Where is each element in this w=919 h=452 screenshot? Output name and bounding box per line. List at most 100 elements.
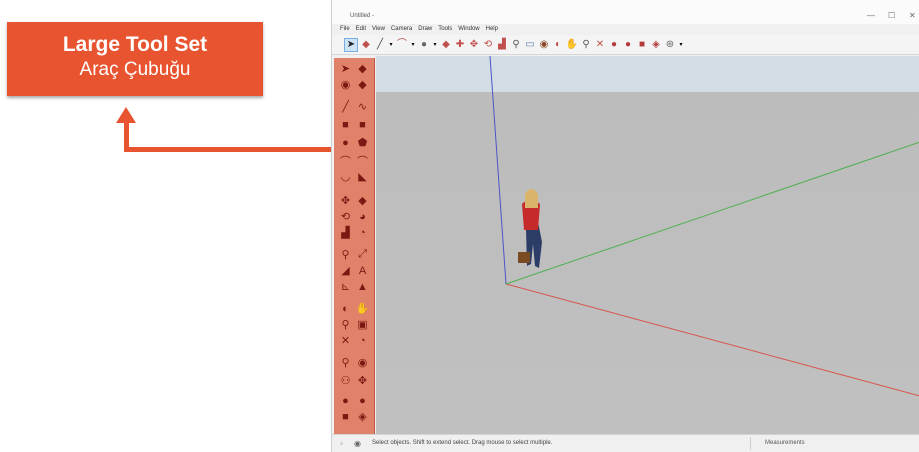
follow-me-icon[interactable]: ◕ [356, 210, 369, 223]
previous-icon[interactable]: ◔ [356, 334, 369, 347]
section-plane-icon[interactable]: ✥ [356, 374, 369, 387]
menu-file[interactable]: File [340, 24, 350, 35]
dropdown-icon[interactable]: ▾ [432, 39, 438, 51]
model-info-icon[interactable]: ■ [339, 410, 352, 423]
menu-bar: File Edit View Camera Draw Tools Window … [332, 24, 919, 35]
callout-subtitle: Araç Çubuğu [79, 59, 191, 80]
push-pull-icon[interactable]: ◆ [440, 39, 452, 51]
minimize-button[interactable]: — [867, 11, 875, 20]
menu-view[interactable]: View [372, 24, 385, 35]
status-bar: ◦ ◉ Select objects. Shift to extend sele… [332, 434, 919, 452]
orbit-icon[interactable]: ◐ [552, 39, 564, 51]
circle-icon[interactable]: ● [339, 136, 352, 149]
info-icon[interactable]: ◦ [340, 439, 343, 448]
layout-icon[interactable]: ◈ [650, 39, 662, 51]
warehouse-icon[interactable]: ● [608, 39, 620, 51]
zoom-extents-icon[interactable]: ✕ [594, 39, 606, 51]
dropdown-icon[interactable]: ▾ [678, 39, 684, 51]
arc-icon[interactable]: ⌒ [396, 39, 408, 51]
arc-icon[interactable]: ⌒ [356, 154, 369, 168]
eraser-icon[interactable]: ◆ [360, 39, 372, 51]
layout-icon[interactable]: ◈ [356, 410, 369, 423]
status-text: Select objects. Shift to extend select. … [372, 440, 553, 446]
orbit-icon[interactable]: ◐ [339, 302, 352, 315]
z-axis [489, 56, 507, 285]
maximize-button[interactable]: ☐ [888, 11, 895, 20]
rotated-rectangle-icon[interactable]: ■ [356, 118, 369, 131]
walk-icon[interactable]: ⚇ [339, 374, 352, 387]
scale-icon[interactable]: ▟ [496, 39, 508, 51]
position-camera-icon[interactable]: ⚲ [339, 356, 352, 369]
protractor-icon[interactable]: ◢ [339, 264, 352, 277]
menu-camera[interactable]: Camera [391, 24, 412, 35]
tool-set-callout: Large Tool Set Araç Çubuğu [7, 22, 263, 96]
paint-icon[interactable]: ◉ [339, 78, 352, 91]
callout-arrow-head [116, 107, 136, 123]
arc-icon[interactable]: ◡ [339, 170, 352, 183]
menu-draw[interactable]: Draw [418, 24, 432, 35]
pan-icon[interactable]: ✋ [566, 39, 578, 51]
zoom-window-icon[interactable]: ▣ [356, 318, 369, 331]
line-icon[interactable]: ╱ [339, 100, 352, 113]
3d-text-icon[interactable]: ▲ [356, 280, 369, 293]
shape-icon[interactable]: ● [418, 39, 430, 51]
push-pull-icon[interactable]: ◆ [356, 194, 369, 207]
dimension-icon[interactable]: ⤢ [356, 248, 369, 261]
callout-title: Large Tool Set [62, 33, 208, 56]
freehand-icon[interactable]: ∿ [356, 100, 369, 113]
arc-icon[interactable]: ⌒ [339, 154, 352, 168]
warehouse-icon[interactable]: ● [339, 394, 352, 407]
menu-help[interactable]: Help [486, 24, 498, 35]
text-icon[interactable]: A [356, 264, 369, 277]
pan-icon[interactable]: ✋ [356, 302, 370, 315]
dropdown-icon[interactable]: ▾ [410, 39, 416, 51]
credits-icon[interactable]: ◉ [354, 439, 361, 448]
measurements-label: Measurements [765, 440, 805, 446]
rotate-icon[interactable]: ⟲ [482, 39, 494, 51]
eraser-icon[interactable]: ◆ [356, 62, 369, 75]
y-axis [505, 141, 919, 285]
menu-tools[interactable]: Tools [438, 24, 452, 35]
model-viewport[interactable] [376, 56, 919, 434]
scale-icon[interactable]: ▟ [339, 226, 352, 239]
x-axis [505, 283, 919, 397]
account-icon[interactable]: ⊛ [664, 39, 676, 51]
select-icon[interactable]: ➤ [339, 62, 352, 75]
title-bar: Untitled - — ☐ ✕ [332, 0, 919, 24]
paint-icon[interactable]: ◉ [538, 39, 550, 51]
move-icon[interactable]: ✥ [339, 194, 352, 207]
zoom-extents-icon[interactable]: ✕ [339, 334, 352, 347]
rectangle-icon[interactable]: ■ [339, 118, 352, 131]
tape-icon[interactable]: ⚲ [339, 248, 352, 261]
offset-icon[interactable]: ◔ [356, 226, 369, 239]
large-tool-set-palette: ➤ ◆ ◉ ◆ ╱ ∿ ■ ■ ● ⬟ ⌒ ⌒ ◡ ◣ ✥ ◆ ⟲ ◕ ▟ ◔ … [334, 58, 375, 434]
model-info-icon[interactable]: ■ [636, 39, 648, 51]
pie-icon[interactable]: ◣ [356, 170, 369, 183]
extension-icon[interactable]: ● [356, 394, 369, 407]
dimension-icon[interactable]: ▭ [524, 39, 536, 51]
move-icon[interactable]: ✥ [468, 39, 480, 51]
zoom-icon[interactable]: ⚲ [339, 318, 352, 331]
follow-me-icon[interactable]: ✚ [454, 39, 466, 51]
extension-icon[interactable]: ● [622, 39, 634, 51]
rotate-icon[interactable]: ⟲ [339, 210, 352, 223]
look-around-icon[interactable]: ◉ [356, 356, 369, 369]
sketchup-window: Untitled - — ☐ ✕ File Edit View Camera D… [331, 0, 919, 452]
axes-canvas [489, 56, 919, 397]
getting-started-toolbar: ➤ ◆ ╱ ▾ ⌒ ▾ ● ▾ ◆ ✚ ✥ ⟲ ▟ ⚲ ▭ ◉ ◐ ✋ ⚲ ✕ … [332, 35, 919, 55]
menu-edit[interactable]: Edit [356, 24, 366, 35]
scale-figure [518, 189, 542, 268]
axes-icon[interactable]: ⊾ [339, 280, 352, 293]
tape-icon[interactable]: ⚲ [510, 39, 522, 51]
line-icon[interactable]: ╱ [374, 39, 386, 51]
callout-arrow-line [124, 147, 336, 152]
eraser-icon[interactable]: ◆ [356, 78, 369, 91]
dropdown-icon[interactable]: ▾ [388, 39, 394, 51]
polygon-icon[interactable]: ⬟ [356, 136, 369, 149]
menu-window[interactable]: Window [458, 24, 479, 35]
measurements-box[interactable]: Measurements [750, 437, 919, 450]
window-title: Untitled - [350, 13, 375, 19]
zoom-icon[interactable]: ⚲ [580, 39, 592, 51]
select-icon[interactable]: ➤ [344, 37, 358, 52]
close-button[interactable]: ✕ [909, 11, 916, 20]
